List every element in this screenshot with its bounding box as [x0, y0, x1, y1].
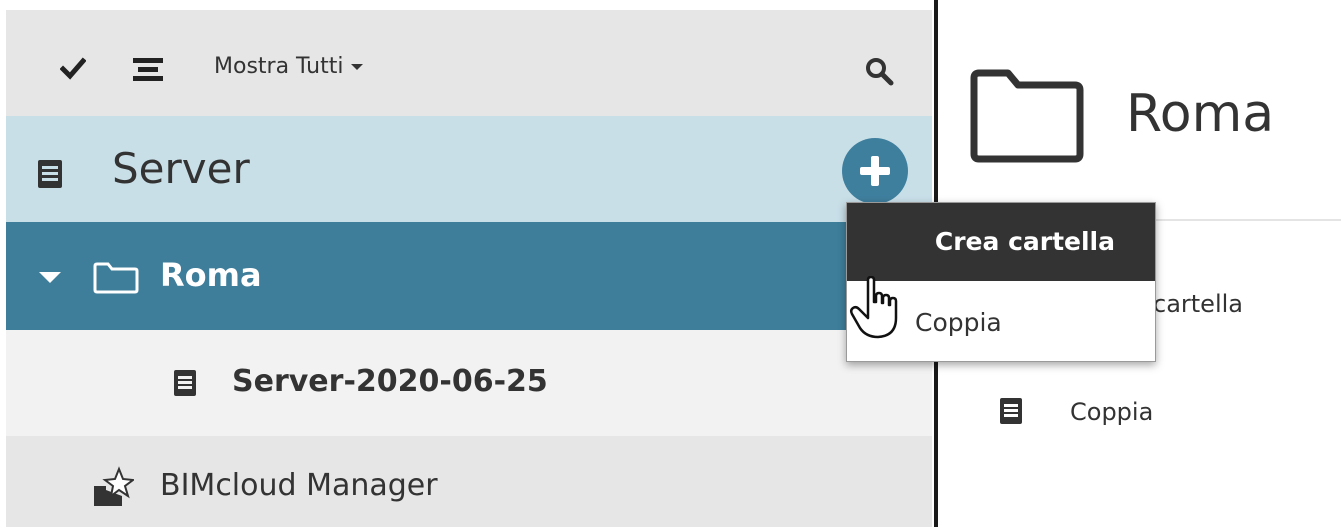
bimcloud-manager-icon [94, 466, 134, 506]
checkmark-icon[interactable] [60, 56, 86, 82]
expand-triangle-icon[interactable] [39, 272, 61, 283]
server-icon [174, 370, 196, 396]
search-icon[interactable] [864, 56, 894, 86]
list-icon[interactable] [133, 58, 163, 82]
tree-row-child-server[interactable]: Server-2020-06-25 [6, 330, 932, 436]
server-icon [1000, 398, 1022, 424]
folder-icon [93, 262, 139, 294]
folder-icon [970, 69, 1084, 163]
hand-pointer-icon [849, 276, 898, 339]
detail-action-pair[interactable]: Coppia [1070, 398, 1153, 426]
caret-down-icon [351, 64, 364, 70]
tree-row-roma[interactable]: Roma [6, 222, 932, 330]
filter-dropdown[interactable]: Mostra Tutti [214, 54, 364, 79]
tree-row-label: Roma [160, 256, 262, 294]
detail-title: Roma [1126, 84, 1275, 144]
tree-row-bimcloud-manager[interactable]: BIMcloud Manager [6, 436, 932, 527]
tree-row-label: Server-2020-06-25 [232, 364, 548, 399]
tree-row-label: BIMcloud Manager [160, 468, 438, 503]
menu-item-create-folder[interactable]: Crea cartella [847, 203, 1155, 281]
navigation-panel: Mostra Tutti Server Roma Server-2020-06- [0, 0, 934, 527]
tree-toolbar: Mostra Tutti [6, 10, 932, 116]
filter-dropdown-label: Mostra Tutti [214, 54, 344, 79]
add-button[interactable] [842, 138, 908, 204]
detail-action-create-folder[interactable]: cartella [1153, 290, 1243, 318]
server-icon [38, 160, 62, 188]
tree-row-label: Server [112, 144, 250, 193]
tree-row-server[interactable]: Server [6, 116, 932, 222]
